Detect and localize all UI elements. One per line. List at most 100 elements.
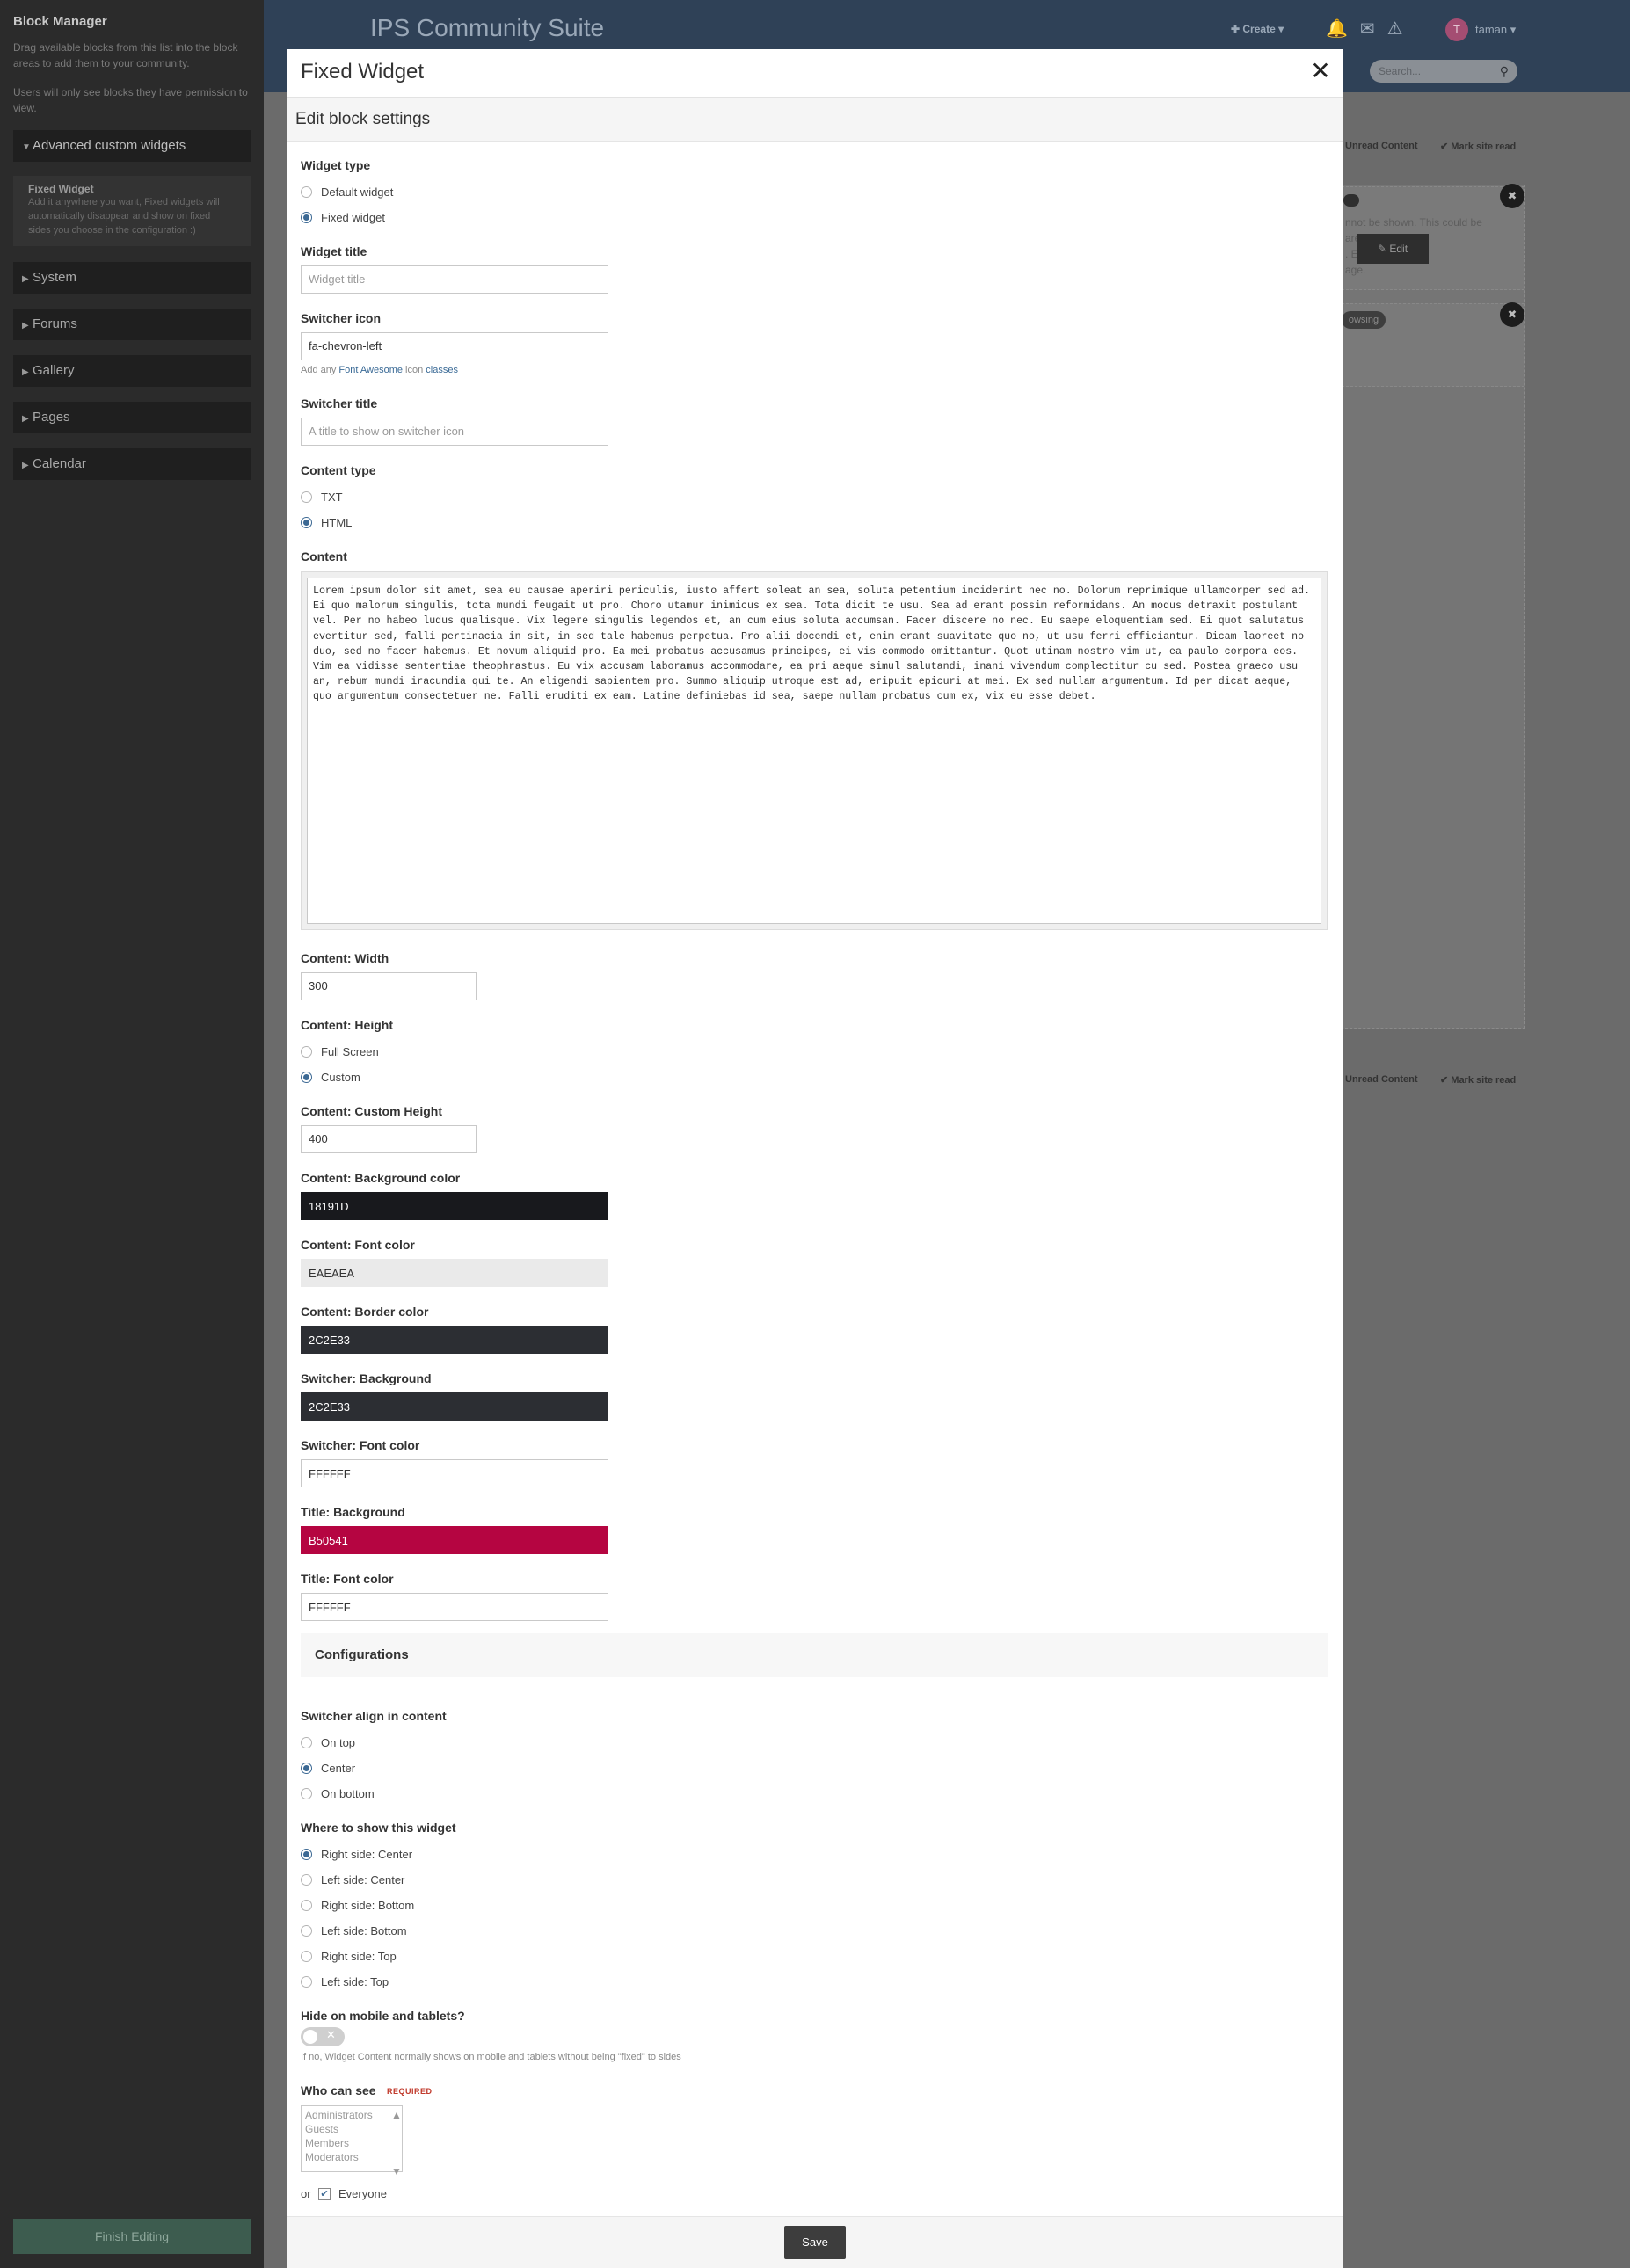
caret-right-icon: ▶ (22, 367, 29, 377)
switcher-title-input[interactable]: A title to show on switcher icon (301, 418, 608, 446)
radio-custom[interactable]: Custom (301, 1069, 360, 1087)
category-system[interactable]: ▶ System (13, 262, 251, 294)
radio-left-center[interactable]: Left side: Center (301, 1872, 404, 1889)
font-awesome-link[interactable]: Font Awesome (338, 365, 403, 375)
unread-content-link[interactable]: Unread Content (1345, 1074, 1418, 1085)
radio-fixed-widget[interactable]: Fixed widget (301, 209, 385, 227)
content-border-color-input[interactable]: 2C2E33 (301, 1326, 608, 1354)
hint-text: Add any (301, 365, 339, 375)
switcher-bg-input[interactable]: 2C2E33 (301, 1392, 608, 1421)
content-textarea[interactable]: Lorem ipsum dolor sit amet, sea eu causa… (307, 578, 1321, 924)
mark-site-read-link[interactable]: ✔ Mark site read (1440, 1074, 1516, 1086)
radio-on-top[interactable]: On top (301, 1734, 355, 1752)
radio-label: On top (321, 1736, 356, 1749)
radio-label: Right side: Bottom (321, 1899, 415, 1912)
block-manager-sidebar: Block Manager Drag available blocks from… (0, 0, 264, 2268)
caret-right-icon: ▶ (22, 274, 29, 284)
envelope-icon[interactable]: ✉ (1360, 19, 1387, 39)
remove-widget-icon[interactable]: ✖ (1500, 184, 1524, 208)
mark-site-read-link[interactable]: ✔ Mark site read (1440, 141, 1516, 152)
remove-widget-icon[interactable]: ✖ (1500, 302, 1524, 327)
edit-widget-button[interactable]: ✎ Edit (1357, 234, 1429, 264)
content-font-color-input[interactable]: EAEAEA (301, 1259, 608, 1287)
radio-circle-selected (301, 517, 312, 528)
user-menu[interactable]: taman ▾ (1475, 23, 1516, 37)
widget-title-input[interactable]: Widget title (301, 265, 608, 294)
scrollbar[interactable]: ▲ ▼ (391, 2108, 402, 2177)
hide-mobile-toggle[interactable]: ✕ (301, 2027, 345, 2046)
radio-right-center[interactable]: Right side: Center (301, 1846, 412, 1864)
section-header: Edit block settings (287, 98, 1343, 142)
title-bg-input[interactable]: B50541 (301, 1526, 608, 1554)
category-pages[interactable]: ▶ Pages (13, 402, 251, 433)
mark-read-label: Mark site read (1451, 1075, 1517, 1086)
select-option[interactable]: Guests (305, 2122, 398, 2136)
radio-full-screen[interactable]: Full Screen (301, 1043, 379, 1061)
save-button[interactable]: Save (784, 2226, 846, 2259)
content-editor: Lorem ipsum dolor sit amet, sea eu causa… (301, 571, 1328, 930)
header-icons: 🔔✉⚠ (1326, 18, 1415, 40)
radio-left-bottom[interactable]: Left side: Bottom (301, 1923, 407, 1940)
radio-txt[interactable]: TXT (301, 489, 343, 506)
classes-link[interactable]: classes (426, 365, 458, 375)
radio-label: Left side: Top (321, 1975, 389, 1988)
category-label: Calendar (33, 456, 86, 471)
radio-label: Right side: Top (321, 1950, 397, 1963)
fixed-widget-block[interactable]: Fixed Widget Add it anywhere you want, F… (13, 176, 251, 246)
title-font-color-label: Title: Font color (301, 1572, 394, 1586)
bell-icon[interactable]: 🔔 (1326, 19, 1360, 39)
unread-content-link[interactable]: Unread Content (1345, 141, 1418, 151)
search-input[interactable]: Search... ⚲ (1370, 60, 1517, 83)
title-font-color-input[interactable]: FFFFFF (301, 1593, 608, 1621)
switcher-font-color-label: Switcher: Font color (301, 1438, 420, 1452)
close-icon[interactable]: ✕ (1307, 58, 1334, 84)
everyone-checkbox[interactable]: ✔ (318, 2188, 331, 2200)
select-option[interactable]: Members (305, 2136, 398, 2150)
title-bg-label: Title: Background (301, 1505, 405, 1519)
avatar[interactable]: T (1445, 18, 1468, 41)
user-name: taman (1475, 23, 1508, 36)
select-option[interactable]: Moderators (305, 2150, 398, 2164)
caret-down-icon: ▼ (22, 142, 31, 152)
category-label: Forums (33, 316, 77, 331)
category-forums[interactable]: ▶ Forums (13, 309, 251, 340)
category-label: System (33, 270, 77, 285)
radio-default-widget[interactable]: Default widget (301, 184, 393, 201)
finish-editing-button[interactable]: Finish Editing (13, 2219, 251, 2254)
create-menu[interactable]: ✚ Create ▾ (1231, 23, 1284, 35)
search-icon: ⚲ (1499, 64, 1509, 78)
switcher-font-color-input[interactable]: FFFFFF (301, 1459, 608, 1487)
dialog-title: Fixed Widget (301, 60, 425, 84)
select-option[interactable]: Administrators (305, 2108, 398, 2122)
radio-left-top[interactable]: Left side: Top (301, 1974, 389, 1991)
plus-icon: ✚ (1231, 23, 1243, 35)
category-advanced-custom-widgets[interactable]: ▼ Advanced custom widgets (13, 130, 251, 162)
radio-circle (301, 1788, 312, 1799)
configurations-title: Configurations (315, 1647, 409, 1662)
who-can-see-select[interactable]: Administrators Guests Members Moderators… (301, 2105, 403, 2177)
create-label: Create (1242, 23, 1276, 35)
widget-title-label: Widget title (301, 244, 367, 258)
custom-height-label: Content: Custom Height (301, 1104, 442, 1118)
warning-icon[interactable]: ⚠ (1387, 19, 1415, 39)
site-title: IPS Community Suite (370, 14, 605, 41)
switcher-icon-input[interactable]: fa-chevron-left (301, 332, 608, 360)
category-calendar[interactable]: ▶ Calendar (13, 448, 251, 480)
radio-label: TXT (321, 491, 343, 504)
content-label: Content (301, 549, 347, 563)
radio-on-bottom[interactable]: On bottom (301, 1785, 375, 1803)
toggle-knob (303, 2030, 317, 2044)
content-bg-color-input[interactable]: 18191D (301, 1192, 608, 1220)
radio-html[interactable]: HTML (301, 514, 352, 532)
content-width-label: Content: Width (301, 951, 389, 965)
or-label: or (301, 2187, 311, 2200)
radio-right-bottom[interactable]: Right side: Bottom (301, 1897, 414, 1915)
radio-right-top[interactable]: Right side: Top (301, 1948, 397, 1966)
content-width-input[interactable]: 300 (301, 972, 477, 1000)
radio-center[interactable]: Center (301, 1760, 355, 1777)
radio-circle (301, 1900, 312, 1911)
search-placeholder: Search... (1379, 65, 1422, 77)
radio-circle (301, 1737, 312, 1748)
custom-height-input[interactable]: 400 (301, 1125, 477, 1153)
category-gallery[interactable]: ▶ Gallery (13, 355, 251, 387)
